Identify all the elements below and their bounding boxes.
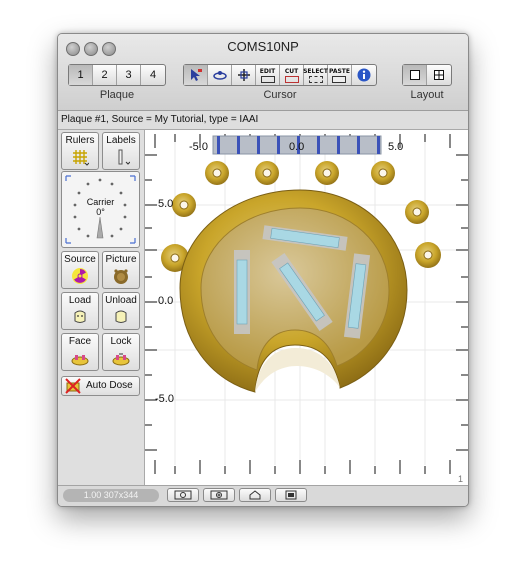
load-label: Load <box>68 295 92 306</box>
titlebar: COMS10NP 1 2 3 4 Plaque EDIT CUT SELECT … <box>58 34 468 111</box>
layout-single-button[interactable] <box>403 65 427 85</box>
unload-icon <box>115 310 127 323</box>
rulers-grid-icon <box>73 150 89 166</box>
info-tool[interactable] <box>352 65 376 85</box>
fit-view-button[interactable] <box>275 488 307 502</box>
paste-tool[interactable]: PASTE <box>328 65 352 85</box>
select-icon: SELECT <box>303 67 328 83</box>
face-label: Face <box>68 336 92 347</box>
paste-icon: PASTE <box>329 67 350 83</box>
move-icon <box>237 69 250 81</box>
gold-plaque <box>161 161 441 393</box>
unload-button[interactable]: Unload <box>102 292 140 330</box>
y-tick-label: -5.0 <box>155 393 174 405</box>
labels-icon <box>118 149 130 165</box>
bottom-bar: 1.00 307x344 <box>58 485 468 506</box>
plaque-picture-icon <box>114 269 128 284</box>
load-button[interactable]: Load <box>61 292 99 330</box>
plaque-label: Plaque <box>99 89 135 101</box>
rulers-label: Rulers <box>65 135 95 146</box>
unload-label: Unload <box>105 295 137 306</box>
picture-label: Picture <box>105 254 137 265</box>
bottom-ruler <box>154 460 451 474</box>
plaque-button-4[interactable]: 4 <box>141 65 165 85</box>
cursor-label: Cursor <box>263 89 297 101</box>
edit-tool[interactable]: EDIT <box>256 65 280 85</box>
zoom-in-button[interactable] <box>203 488 235 502</box>
labels-button[interactable]: Labels <box>102 132 140 170</box>
home-icon <box>249 490 261 500</box>
rotate-icon <box>212 71 227 80</box>
x-tick-label: -5.0 <box>189 141 208 153</box>
plaque-button-3[interactable]: 3 <box>117 65 141 85</box>
move-tool[interactable] <box>232 65 256 85</box>
x-tick-label: 5.0 <box>388 141 404 153</box>
y-tick-label: 5.0 <box>158 198 174 210</box>
rotate-tool[interactable] <box>208 65 232 85</box>
carrier-label: Carrier <box>86 197 115 207</box>
source-button[interactable]: Source <box>61 251 99 289</box>
plaque-selector: 1 2 3 4 <box>68 64 166 86</box>
app-window: COMS10NP 1 2 3 4 Plaque EDIT CUT SELECT … <box>57 33 469 507</box>
face-button[interactable]: Face <box>61 333 99 371</box>
cursor-tools: EDIT CUT SELECT PASTE <box>183 64 377 86</box>
radiation-icon <box>72 268 88 284</box>
layout-selector <box>402 64 452 86</box>
auto-dose-label: Auto Dose <box>86 380 133 391</box>
page-number: 1 <box>457 474 463 484</box>
plaque-canvas[interactable]: -5.0 0.0 5.0 5.0 0.0 -5.0 <box>145 130 468 486</box>
x-tick-label: 0.0 <box>289 141 305 153</box>
zoom-in-icon <box>210 490 228 500</box>
lock-icon <box>112 353 130 366</box>
carrier-angle: 0° <box>96 207 105 217</box>
rulers-button[interactable]: Rulers <box>61 132 99 170</box>
plaque-button-1[interactable]: 1 <box>69 65 93 85</box>
left-ruler <box>145 154 157 451</box>
arrow-icon <box>190 69 202 81</box>
sidebar: Rulers Labels Carrier 0° Source Picture … <box>58 130 145 486</box>
carrier-dial[interactable]: Carrier 0° <box>61 171 140 248</box>
load-icon <box>74 310 86 323</box>
labels-label: Labels <box>106 135 136 146</box>
face-icon <box>71 355 89 366</box>
y-tick-label: 0.0 <box>158 295 174 307</box>
plaque-view <box>145 134 468 474</box>
home-view-button[interactable] <box>239 488 271 502</box>
layout-grid-button[interactable] <box>427 65 451 85</box>
fit-view-icon <box>285 490 297 500</box>
auto-dose-button[interactable]: Auto Dose <box>61 376 140 396</box>
cut-icon: CUT <box>284 67 299 83</box>
cut-tool[interactable]: CUT <box>280 65 304 85</box>
edit-icon: EDIT <box>260 67 275 83</box>
select-tool[interactable]: SELECT <box>303 65 328 85</box>
zoom-out-icon <box>174 490 192 500</box>
info-bar: Plaque #1, Source = My Tutorial, type = … <box>58 111 468 130</box>
window-title: COMS10NP <box>227 39 299 54</box>
plaque-button-2[interactable]: 2 <box>93 65 117 85</box>
auto-dose-icon <box>65 378 81 394</box>
source-label: Source <box>64 254 96 265</box>
lock-label: Lock <box>110 336 132 347</box>
select-arrow-tool[interactable] <box>184 65 208 85</box>
single-layout-icon <box>409 70 420 80</box>
picture-button[interactable]: Picture <box>102 251 140 289</box>
grid-layout-icon <box>434 70 444 80</box>
zoom-readout: 1.00 307x344 <box>63 489 159 502</box>
zoom-out-button[interactable] <box>167 488 199 502</box>
lock-button[interactable]: Lock <box>102 333 140 371</box>
right-ruler <box>456 154 468 451</box>
layout-label: Layout <box>410 89 444 101</box>
info-icon <box>357 68 371 82</box>
